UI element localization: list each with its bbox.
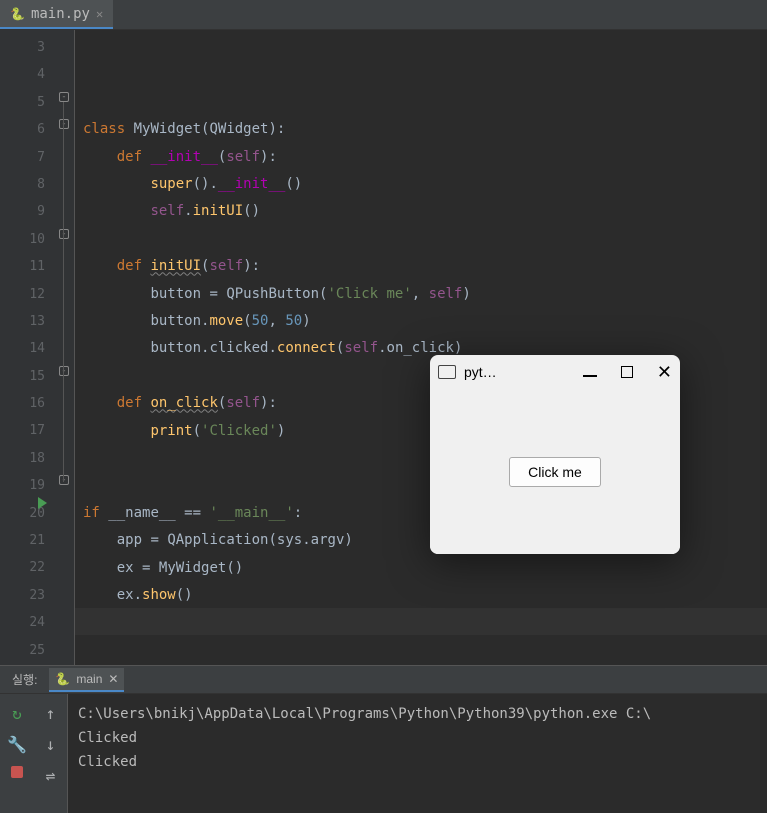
code-editor[interactable]: 3 4 5 6 7 8 9 10 11 12 13 14 15 16 17 18… — [0, 30, 767, 665]
run-tool-window: 실행: main ✕ ↻ 🔧 ↑ ↓ ⇌ C:\Users\bnikj\AppD… — [0, 665, 767, 813]
wrench-icon[interactable]: 🔧 — [7, 735, 27, 754]
console-line: Clicked — [78, 750, 757, 774]
editor-tab-main[interactable]: main.py ✕ — [0, 0, 113, 29]
fold-toggle-icon[interactable]: - — [59, 119, 69, 129]
line-number-gutter: 3 4 5 6 7 8 9 10 11 12 13 14 15 16 17 18… — [0, 30, 55, 665]
run-console-output[interactable]: C:\Users\bnikj\AppData\Local\Programs\Py… — [68, 694, 767, 813]
up-arrow-icon[interactable]: ↑ — [46, 704, 56, 723]
current-line-highlight — [75, 608, 767, 635]
console-line: Clicked — [78, 726, 757, 750]
window-titlebar[interactable]: pyt… ✕ — [430, 355, 680, 389]
app-window[interactable]: pyt… ✕ Click me — [430, 355, 680, 554]
window-body: Click me — [430, 389, 680, 554]
python-run-icon — [55, 672, 70, 686]
run-line-gutter-icon[interactable] — [38, 497, 47, 509]
rerun-icon[interactable]: ↻ — [12, 704, 22, 723]
close-run-tab-icon[interactable]: ✕ — [108, 672, 118, 686]
fold-gutter: - - - - - — [55, 30, 75, 665]
fold-toggle-icon[interactable]: - — [59, 229, 69, 239]
tab-filename: main.py — [31, 6, 90, 22]
fold-toggle-icon[interactable]: - — [59, 475, 69, 485]
python-file-icon — [10, 6, 25, 22]
close-tab-icon[interactable]: ✕ — [96, 7, 103, 21]
stop-icon[interactable] — [11, 766, 23, 778]
maximize-icon[interactable] — [621, 366, 633, 378]
click-me-button[interactable]: Click me — [509, 457, 601, 487]
console-line: C:\Users\bnikj\AppData\Local\Programs\Py… — [78, 702, 757, 726]
editor-tab-bar: main.py ✕ — [0, 0, 767, 30]
close-icon[interactable]: ✕ — [657, 362, 672, 383]
window-icon — [438, 365, 456, 379]
down-arrow-icon[interactable]: ↓ — [46, 735, 56, 754]
minimize-icon[interactable] — [583, 375, 597, 377]
fold-toggle-icon[interactable]: - — [59, 366, 69, 376]
window-title: pyt… — [464, 364, 583, 380]
code-area[interactable]: class MyWidget(QWidget): def __init__(se… — [75, 30, 767, 665]
run-tab-bar: 실행: main ✕ — [0, 666, 767, 694]
run-label: 실행: — [12, 671, 37, 688]
soft-wrap-icon[interactable]: ⇌ — [46, 766, 56, 785]
fold-toggle-icon[interactable]: - — [59, 92, 69, 102]
